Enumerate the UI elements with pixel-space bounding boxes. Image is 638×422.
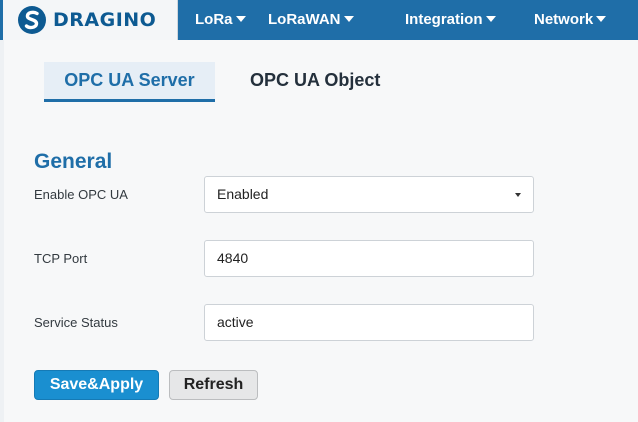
logo-text: DRAGINO xyxy=(53,9,157,31)
tcp-port-label: TCP Port xyxy=(34,251,88,266)
caret-down-icon xyxy=(596,16,607,23)
tab-bar: OPC UA Server OPC UA Object xyxy=(4,40,638,114)
tab-opc-ua-object[interactable]: OPC UA Object xyxy=(250,62,380,102)
tab-opc-ua-server[interactable]: OPC UA Server xyxy=(44,62,215,102)
caret-down-icon xyxy=(343,16,354,23)
nav-item-lorawan[interactable]: LoRaWAN xyxy=(268,0,354,40)
caret-down-icon xyxy=(485,16,496,23)
service-status-label: Service Status xyxy=(34,315,118,330)
service-status-field[interactable]: active xyxy=(204,304,534,341)
caret-down-icon xyxy=(235,16,246,23)
nav-item-integration[interactable]: Integration xyxy=(405,0,496,40)
select-value: Enabled xyxy=(217,186,269,202)
tcp-port-input[interactable]: 4840 xyxy=(204,240,534,277)
chevron-down-icon xyxy=(515,193,521,197)
nav-label: LoRa xyxy=(195,11,233,28)
brand-logo[interactable]: DRAGINO xyxy=(3,0,178,40)
top-navbar: DRAGINO LoRa LoRaWAN Integration Network xyxy=(0,0,638,40)
refresh-button[interactable]: Refresh xyxy=(169,370,258,400)
enable-opcua-select[interactable]: Enabled xyxy=(204,176,534,213)
nav-label: LoRaWAN xyxy=(268,11,341,28)
tcp-port-value: 4840 xyxy=(217,250,249,266)
nav-item-network[interactable]: Network xyxy=(534,0,607,40)
dragino-logo-icon xyxy=(18,6,46,34)
save-apply-button[interactable]: Save&Apply xyxy=(34,370,159,400)
nav-label: Integration xyxy=(405,11,483,28)
enable-opcua-label: Enable OPC UA xyxy=(34,187,128,202)
nav-item-lora[interactable]: LoRa xyxy=(195,0,246,40)
nav-label: Network xyxy=(534,11,594,28)
section-title: General xyxy=(34,150,113,173)
service-status-value: active xyxy=(217,314,254,330)
